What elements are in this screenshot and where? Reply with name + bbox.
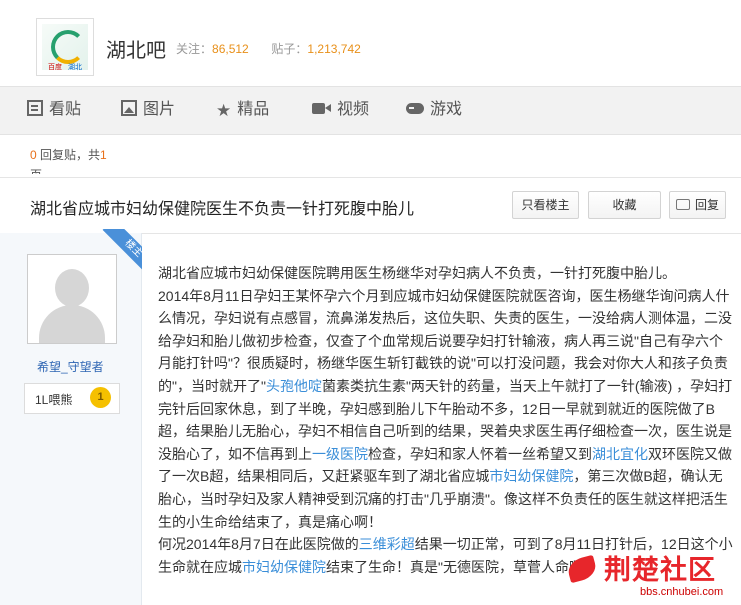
nav-tab-label: 看贴 xyxy=(49,101,82,118)
nav-tab-label: 游戏 xyxy=(430,101,463,118)
nav-tab-games[interactable]: 游戏 xyxy=(406,99,462,121)
watermark-url: bbs.cnhubei.com xyxy=(640,586,724,598)
keyword-link[interactable]: 一级医院 xyxy=(312,446,368,462)
avatar-body xyxy=(39,305,105,343)
follow-count: 86,512 xyxy=(212,42,249,56)
level-badge-icon: 1 xyxy=(90,387,111,408)
keyword-link[interactable]: 市妇幼保健院 xyxy=(242,559,326,575)
avatar-head xyxy=(55,269,89,307)
author-panel: 楼主 希望_守望者 1L喂熊 1 xyxy=(0,229,142,605)
reply-count: 0 xyxy=(30,148,37,162)
logo-image: 百度 湖北 xyxy=(42,24,88,71)
star-icon: ★ xyxy=(216,101,232,120)
post-text: 检查，孕妇和家人怀着一丝希望又到 xyxy=(368,445,592,462)
favorite-button[interactable]: 收藏 xyxy=(588,191,661,219)
video-icon xyxy=(312,103,331,114)
nav-tab-featured[interactable]: ★ 精品 xyxy=(216,99,269,121)
only-op-button[interactable]: 只看楼主 xyxy=(512,191,579,219)
logo-text-right: 湖北 xyxy=(68,64,82,71)
nav-tab-images[interactable]: 图片 xyxy=(121,99,175,121)
watermark-text: 荆楚社区 xyxy=(604,555,716,585)
nav-tab-video[interactable]: 视频 xyxy=(312,99,369,121)
avatar[interactable] xyxy=(27,254,117,344)
keyword-link[interactable]: 市妇幼保健院 xyxy=(489,468,573,484)
nav-tab-label: 精品 xyxy=(237,101,270,118)
logo-swirl-icon xyxy=(51,30,85,64)
forum-name[interactable]: 湖北吧 xyxy=(106,34,166,63)
post-paragraph: 湖北省应城市妇幼保健医院聘用医生杨继华对孕妇病人不负责，一针打死腹中胎儿。 xyxy=(158,265,676,281)
forum-logo[interactable]: 百度 湖北 xyxy=(36,18,94,76)
logo-text-left: 百度 xyxy=(48,64,62,71)
reply-count-text: 回复贴，共 xyxy=(40,148,101,162)
nav-tab-posts[interactable]: 看贴 xyxy=(27,99,81,121)
watermark-logo-icon xyxy=(565,554,599,584)
post-text: 结束了生命！真是"无德医院，草菅人命啊！ xyxy=(326,558,597,575)
reply-icon xyxy=(675,199,690,210)
forum-stats: 关注：86,512 贴子：1,213,742 xyxy=(176,40,361,57)
follow-label: 关注： xyxy=(176,42,213,56)
nav-tab-label: 图片 xyxy=(143,101,176,118)
forum-nav: 看贴 图片 ★ 精品 视频 游戏 xyxy=(0,86,741,135)
keyword-link[interactable]: 头孢他啶 xyxy=(266,378,322,394)
reply-count-info: 0 回复贴，共1 xyxy=(30,146,107,163)
watermark: 荆楚社区 bbs.cnhubei.com xyxy=(560,548,741,605)
keyword-link[interactable]: 湖北宜化 xyxy=(592,446,648,462)
page-count: 1 xyxy=(100,148,107,162)
reply-info-page-suffix: 页 xyxy=(30,166,42,174)
thread-title-bar: 湖北省应城市妇幼保健院医生不负责一针打死腹中胎儿 只看楼主 收藏 回复 xyxy=(0,177,741,234)
reply-button-label: 回复 xyxy=(694,198,719,212)
image-icon xyxy=(121,100,137,116)
post-paragraph: 2014年8月11日孕妇王某怀孕六个月到应城市妇幼保健医院就医咨询，医生杨继华询… xyxy=(158,285,733,534)
post-text: 何况2014年8月7日在此医院做的 xyxy=(158,536,359,553)
author-level[interactable]: 1L喂熊 1 xyxy=(24,383,120,414)
post-content: 湖北省应城市妇幼保健医院聘用医生杨继华对孕妇病人不负责，一针打死腹中胎儿。 20… xyxy=(158,262,733,578)
doc-icon xyxy=(27,100,43,116)
posts-label: 贴子： xyxy=(271,42,308,56)
author-name[interactable]: 希望_守望者 xyxy=(37,358,104,375)
forum-header: 百度 湖北 湖北吧 关注：86,512 贴子：1,213,742 xyxy=(0,0,741,85)
thread-title: 湖北省应城市妇幼保健院医生不负责一针打死腹中胎儿 xyxy=(30,201,415,218)
nav-tab-label: 视频 xyxy=(337,101,370,118)
keyword-link[interactable]: 三维彩超 xyxy=(359,536,415,552)
gamepad-icon xyxy=(406,103,424,114)
level-title: 1L喂熊 xyxy=(35,393,73,407)
posts-count: 1,213,742 xyxy=(307,42,361,56)
reply-button[interactable]: 回复 xyxy=(669,191,726,219)
